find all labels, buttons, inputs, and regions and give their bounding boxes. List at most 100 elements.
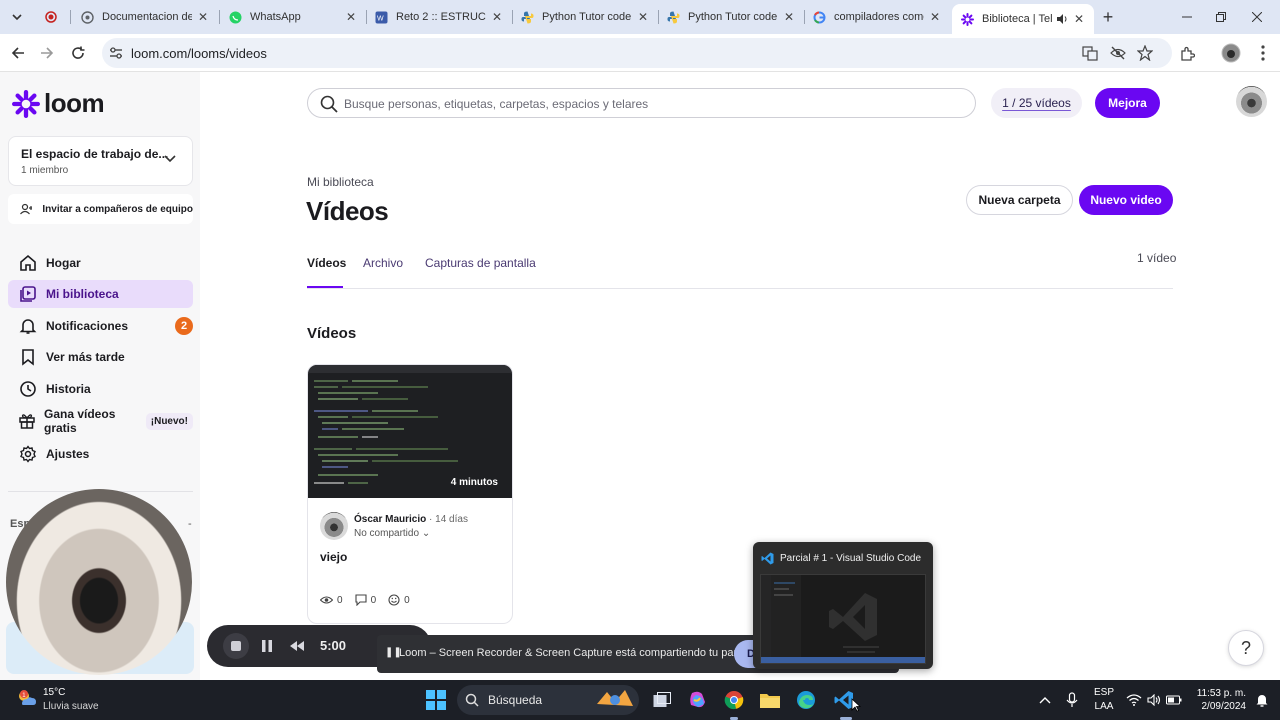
- screen-sharing-message: Loom – Screen Recorder & Screen Capture …: [399, 647, 763, 659]
- windows-start-button[interactable]: [424, 688, 448, 712]
- browser-tab-reto-2[interactable]: W Reto 2 :: ESTRUCTU ✕: [366, 3, 512, 31]
- close-icon[interactable]: ✕: [196, 10, 210, 24]
- battery-icon[interactable]: [1162, 688, 1186, 712]
- chrome-icon[interactable]: [722, 688, 746, 712]
- task-view-icon[interactable]: [650, 688, 674, 712]
- input-language-top[interactable]: ESP: [1094, 687, 1114, 698]
- add-user-icon: [20, 203, 33, 215]
- loom-icon: [960, 12, 974, 26]
- new-tab-button[interactable]: +: [1098, 7, 1118, 27]
- history-icon: [18, 379, 38, 399]
- address-bar[interactable]: loom.com/looms/videos: [102, 38, 1172, 68]
- video-usage-counter[interactable]: 1 / 25 vídeos: [991, 88, 1082, 118]
- speaker-icon[interactable]: [1056, 13, 1068, 25]
- input-language-bottom[interactable]: LAA: [1094, 701, 1114, 712]
- tab-screenshots[interactable]: Capturas de pantalla: [425, 256, 536, 270]
- taskbar-search[interactable]: Búsqueda: [457, 685, 639, 715]
- close-icon[interactable]: ✕: [490, 10, 504, 24]
- pause-recording-button[interactable]: [257, 636, 277, 656]
- reload-button[interactable]: [67, 42, 89, 64]
- back-button[interactable]: [7, 42, 29, 64]
- search-bar[interactable]: [307, 88, 976, 118]
- video-title[interactable]: viejo: [320, 550, 347, 564]
- browser-tab-compiladores[interactable]: compiladores como ✕: [804, 3, 950, 31]
- copilot-icon[interactable]: [686, 688, 710, 712]
- taskbar-window-preview[interactable]: Parcial # 1 - Visual Studio Code: [753, 542, 933, 669]
- tab-search-menu-button[interactable]: [6, 6, 28, 28]
- close-icon[interactable]: ✕: [782, 10, 796, 24]
- notification-bell-icon[interactable]: [1250, 688, 1274, 712]
- smiley-icon: [388, 594, 400, 606]
- sidebar-item-notifications[interactable]: Notificaciones 2: [8, 312, 193, 340]
- edge-icon[interactable]: [794, 688, 818, 712]
- share-status: No compartido: [354, 528, 420, 539]
- user-avatar[interactable]: [1236, 86, 1267, 117]
- microphone-icon[interactable]: [1060, 688, 1084, 712]
- close-window-button[interactable]: [1234, 0, 1280, 34]
- browser-tab-python-tutor-1[interactable]: Python Tutor code ✕: [512, 3, 658, 31]
- sidebar-item-label: Ver más tarde: [46, 350, 125, 364]
- invite-teammates-button[interactable]: Invitar a compañeros de equipo: [8, 194, 193, 224]
- google-icon: [812, 10, 826, 24]
- workspace-members: 1 miembro: [21, 165, 69, 176]
- file-explorer-icon[interactable]: [758, 688, 782, 712]
- sidebar-item-watch-later[interactable]: Ver más tarde: [8, 343, 193, 371]
- views-stat: 0: [320, 595, 343, 606]
- minimize-icon: [1182, 16, 1192, 18]
- comment-icon: [355, 594, 367, 606]
- sidebar-item-home[interactable]: Hogar: [8, 249, 193, 277]
- bookmark-star-icon[interactable]: [1136, 44, 1154, 62]
- help-button[interactable]: ?: [1228, 630, 1264, 666]
- clock-time: 11:53 p. m.: [1196, 688, 1246, 699]
- vscode-watermark-icon: [761, 575, 925, 663]
- close-icon[interactable]: ✕: [928, 10, 942, 24]
- sidebar-item-history[interactable]: Historia: [8, 375, 193, 403]
- loom-logo[interactable]: loom: [12, 88, 105, 119]
- forward-button[interactable]: [36, 42, 58, 64]
- site-info-icon[interactable]: [108, 45, 124, 61]
- extensions-icon[interactable]: [1177, 44, 1197, 64]
- sidebar-item-label: Ajustes: [46, 447, 90, 461]
- vscode-icon: [761, 552, 774, 565]
- browser-tab-whatsapp[interactable]: WhatsApp ✕: [220, 3, 366, 31]
- close-icon[interactable]: ✕: [1072, 12, 1086, 26]
- translate-icon[interactable]: [1081, 44, 1099, 62]
- video-thumbnail[interactable]: 4 minutos: [308, 365, 512, 498]
- weather-rain-icon[interactable]: 1: [16, 688, 38, 710]
- gift-icon: [18, 411, 36, 431]
- webcam-bubble[interactable]: [6, 489, 192, 675]
- new-video-button[interactable]: Nuevo video: [1079, 185, 1173, 215]
- new-folder-button[interactable]: Nueva carpeta: [966, 185, 1073, 215]
- sidebar-section-collapse[interactable]: -: [188, 518, 192, 530]
- tab-archive[interactable]: Archivo: [363, 256, 403, 270]
- close-icon[interactable]: ✕: [636, 10, 650, 24]
- browser-tab-python-tutor-2[interactable]: Python Tutor code ✕: [658, 3, 804, 31]
- workspace-switcher[interactable]: El espacio de trabajo de... 1 miembro: [8, 136, 193, 186]
- browser-tab-biblioteca-active[interactable]: Biblioteca | Tela ✕: [952, 4, 1094, 34]
- eye-slash-icon[interactable]: [1109, 44, 1127, 62]
- course-site-icon: W: [374, 10, 388, 24]
- bookmark-icon: [18, 347, 38, 367]
- video-stats: 0 0 0: [320, 594, 422, 606]
- chevron-down-icon: ⌄: [421, 528, 431, 539]
- share-status-dropdown[interactable]: No compartido ⌄: [354, 528, 430, 539]
- profile-avatar[interactable]: [1221, 43, 1241, 63]
- stop-recording-button[interactable]: [223, 633, 249, 659]
- sidebar-item-label: Hogar: [46, 256, 81, 270]
- browser-tab-recording[interactable]: [36, 3, 68, 31]
- upgrade-button[interactable]: Mejora: [1095, 88, 1160, 118]
- video-card[interactable]: 4 minutos Óscar Mauricio · 14 días No co…: [307, 364, 513, 624]
- close-icon[interactable]: ✕: [344, 10, 358, 24]
- browser-tab-documentacion[interactable]: Documentacion de ✕: [72, 3, 218, 31]
- chrome-page-icon: [80, 10, 94, 24]
- comments-count: 0: [370, 594, 377, 606]
- sidebar-item-earn-free-videos[interactable]: Gana vídeos gratis ¡Nuevo!: [8, 407, 193, 435]
- restart-recording-button[interactable]: [287, 636, 307, 656]
- search-input[interactable]: [344, 95, 944, 113]
- sidebar-item-settings[interactable]: Ajustes: [8, 440, 193, 468]
- more-menu-icon[interactable]: [1253, 43, 1273, 63]
- tab-videos[interactable]: Vídeos: [307, 256, 346, 270]
- chevron-up-icon[interactable]: [1033, 688, 1057, 712]
- system-clock[interactable]: 11:53 p. m. 2/09/2024: [1186, 687, 1246, 713]
- sidebar-item-library[interactable]: Mi biblioteca: [8, 280, 193, 308]
